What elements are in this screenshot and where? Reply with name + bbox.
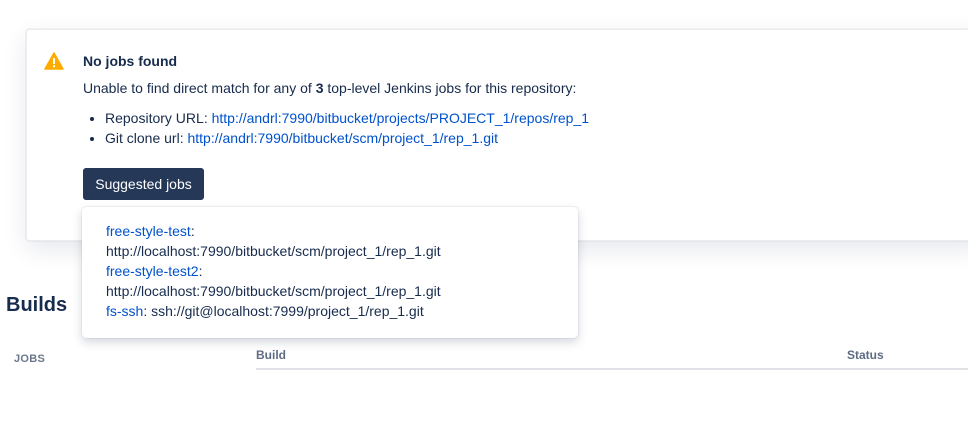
status-column-header[interactable]: Status — [847, 348, 884, 362]
suggested-job-url: ssh://git@localhost:7999/project_1/rep_1… — [151, 303, 424, 319]
suggested-job-link[interactable]: free-style-test2 — [106, 263, 199, 279]
clone-url-link[interactable]: http://andrl:7990/bitbucket/scm/project_… — [187, 130, 498, 146]
alert-description: Unable to find direct match for any of 3… — [83, 80, 576, 96]
suggested-jobs-button[interactable]: Suggested jobs — [83, 168, 204, 200]
builds-heading: Builds — [6, 294, 68, 316]
suggested-job-separator: : — [198, 263, 203, 279]
suggested-job-item: free-style-test: — [106, 221, 554, 241]
alert-description-prefix: Unable to find direct match for any of — [83, 80, 316, 96]
page: No jobs found Unable to find direct matc… — [0, 0, 968, 441]
suggested-job-link[interactable]: fs-ssh — [106, 303, 143, 319]
suggested-job-url: http://localhost:7990/bitbucket/scm/proj… — [106, 283, 441, 299]
warning-icon — [44, 52, 64, 70]
repo-url-link[interactable]: http://andrl:7990/bitbucket/projects/PRO… — [212, 110, 589, 126]
suggested-jobs-dropdown: free-style-test: http://localhost:7990/b… — [82, 207, 578, 338]
alert-description-suffix: top-level Jenkins jobs for this reposito… — [323, 80, 577, 96]
suggested-job-url: http://localhost:7990/bitbucket/scm/proj… — [106, 243, 441, 259]
clone-url-label: Git clone url: — [105, 130, 188, 146]
suggested-job-separator: : — [143, 303, 148, 319]
repo-url-item: Repository URL: http://andrl:7990/bitbuc… — [105, 108, 589, 128]
suggested-job-separator: : — [190, 223, 195, 239]
suggested-job-item: free-style-test2: — [106, 261, 554, 281]
clone-url-item: Git clone url: http://andrl:7990/bitbuck… — [105, 128, 589, 148]
repo-url-label: Repository URL: — [105, 110, 212, 126]
alert-title: No jobs found — [83, 53, 178, 69]
build-column-header[interactable]: Build — [256, 348, 286, 362]
suggested-job-item: fs-ssh: ssh://git@localhost:7999/project… — [106, 301, 554, 321]
repo-info-list: Repository URL: http://andrl:7990/bitbuc… — [83, 108, 589, 148]
builds-table-header: Build Status — [256, 346, 968, 370]
suggested-job-link[interactable]: free-style-test — [106, 223, 191, 239]
jobs-column-header: JOBS — [14, 353, 46, 365]
